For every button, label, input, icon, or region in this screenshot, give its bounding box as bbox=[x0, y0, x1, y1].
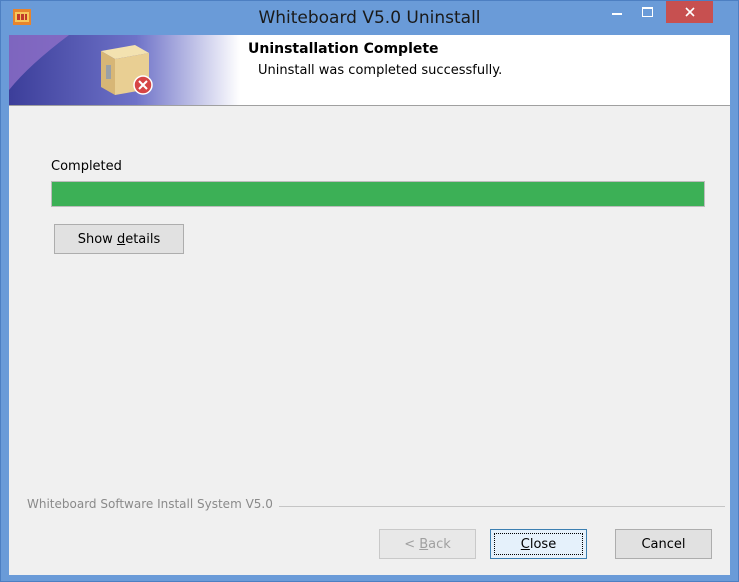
maximize-icon bbox=[641, 7, 653, 17]
branding-text: Whiteboard Software Install System V5.0 bbox=[27, 497, 279, 511]
title-bar[interactable]: Whiteboard V5.0 Uninstall bbox=[1, 1, 738, 35]
minimize-icon bbox=[612, 13, 622, 15]
back-label: < Back bbox=[404, 536, 451, 552]
minimize-button[interactable] bbox=[602, 1, 632, 23]
close-icon bbox=[684, 7, 695, 17]
header-title: Uninstallation Complete bbox=[248, 41, 439, 57]
uninstall-window: Whiteboard V5.0 Uninstall Uninstallation… bbox=[0, 0, 739, 582]
header-subtitle: Uninstall was completed successfully. bbox=[258, 63, 503, 78]
focus-ring bbox=[494, 533, 583, 555]
back-button[interactable]: < Back bbox=[379, 529, 476, 559]
show-details-button[interactable]: Show details bbox=[54, 224, 184, 254]
show-details-label: Show details bbox=[77, 231, 161, 247]
dialog-body: Uninstallation Complete Uninstall was co… bbox=[9, 35, 730, 575]
header-banner: Uninstallation Complete Uninstall was co… bbox=[9, 35, 730, 106]
close-button[interactable]: Close bbox=[490, 529, 587, 559]
status-label: Completed bbox=[51, 159, 122, 174]
progress-bar-fill bbox=[52, 182, 704, 206]
progress-bar bbox=[51, 181, 705, 207]
uninstall-box-icon bbox=[9, 35, 240, 105]
cancel-button[interactable]: Cancel bbox=[615, 529, 712, 559]
maximize-button[interactable] bbox=[632, 1, 662, 23]
close-window-button[interactable] bbox=[666, 1, 713, 23]
